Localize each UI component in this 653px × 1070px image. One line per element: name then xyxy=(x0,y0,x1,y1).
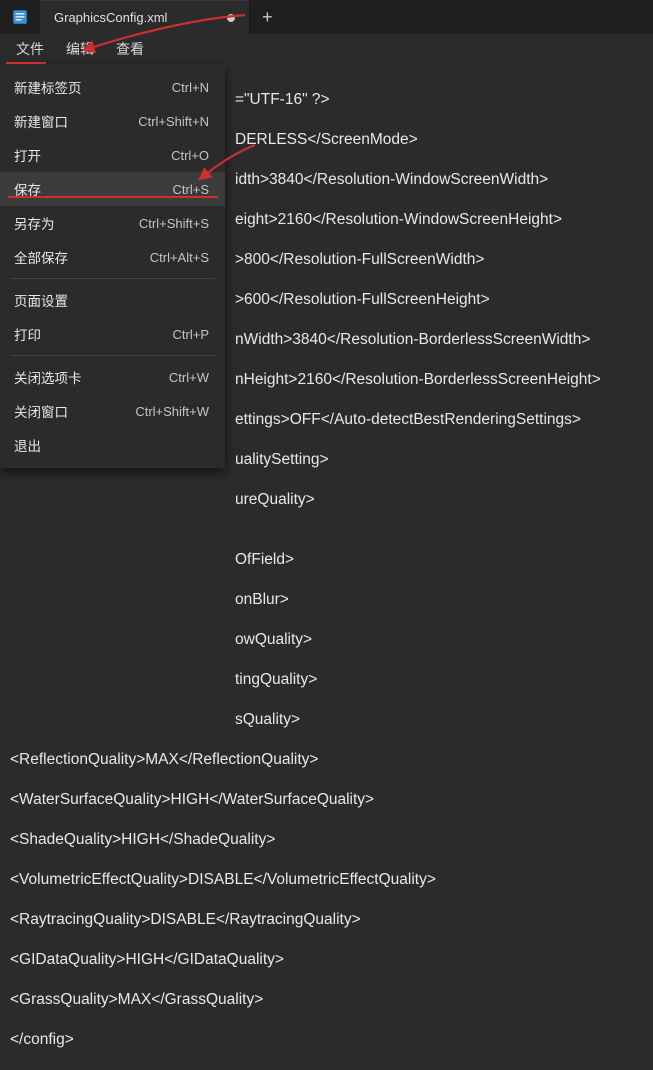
editor-line: OfField> xyxy=(235,550,653,570)
menu-label: 保存 xyxy=(14,179,41,199)
editor-line: nWidth>3840</Resolution-BorderlessScreen… xyxy=(235,330,653,350)
new-tab-button[interactable]: + xyxy=(250,0,284,34)
editor-line: ettings>OFF</Auto-detectBestRenderingSet… xyxy=(235,410,653,430)
editor-line: <ShadeQuality>HIGH</ShadeQuality> xyxy=(10,830,653,850)
editor-line: </config> xyxy=(10,1030,653,1050)
editor-line: <WaterSurfaceQuality>HIGH</WaterSurfaceQ… xyxy=(10,790,653,810)
editor-line: eight>2160</Resolution-WindowScreenHeigh… xyxy=(235,210,653,230)
title-bar: GraphicsConfig.xml + xyxy=(0,0,653,34)
menu-print[interactable]: 打印 Ctrl+P xyxy=(0,317,225,351)
menu-shortcut: Ctrl+W xyxy=(169,370,209,385)
menu-separator xyxy=(10,278,215,279)
editor-line: idth>3840</Resolution-WindowScreenWidth> xyxy=(235,170,653,190)
menu-shortcut: Ctrl+S xyxy=(173,182,209,197)
editor-line: ureQuality> xyxy=(235,490,653,510)
menu-open[interactable]: 打开 Ctrl+O xyxy=(0,138,225,172)
tab-title: GraphicsConfig.xml xyxy=(54,10,167,25)
editor-line: <ReflectionQuality>MAX</ReflectionQualit… xyxy=(10,750,653,770)
menu-new-tab[interactable]: 新建标签页 Ctrl+N xyxy=(0,70,225,104)
editor-line: tingQuality> xyxy=(235,670,653,690)
tab-dirty-indicator xyxy=(227,14,235,22)
menu-label: 关闭选项卡 xyxy=(14,367,82,387)
menu-page-setup[interactable]: 页面设置 xyxy=(0,283,225,317)
menu-close-window[interactable]: 关闭窗口 Ctrl+Shift+W xyxy=(0,394,225,428)
menu-label: 退出 xyxy=(14,435,41,455)
app-icon xyxy=(0,0,40,34)
file-dropdown: 新建标签页 Ctrl+N 新建窗口 Ctrl+Shift+N 打开 Ctrl+O… xyxy=(0,64,225,468)
editor-line: >600</Resolution-FullScreenHeight> xyxy=(235,290,653,310)
editor-line: owQuality> xyxy=(235,630,653,650)
menu-label: 打印 xyxy=(14,324,41,344)
menu-label: 关闭窗口 xyxy=(14,401,68,421)
menu-label: 页面设置 xyxy=(14,290,68,310)
menu-label: 新建窗口 xyxy=(14,111,68,131)
editor-line: sQuality> xyxy=(235,710,653,730)
editor-line: <RaytracingQuality>DISABLE</RaytracingQu… xyxy=(10,910,653,930)
editor-line: <GIDataQuality>HIGH</GIDataQuality> xyxy=(10,950,653,970)
plus-icon: + xyxy=(262,7,273,28)
menu-shortcut: Ctrl+Shift+W xyxy=(135,404,209,419)
editor-line: onBlur> xyxy=(235,590,653,610)
menu-save[interactable]: 保存 Ctrl+S xyxy=(0,172,225,206)
menu-close-tab[interactable]: 关闭选项卡 Ctrl+W xyxy=(0,360,225,394)
menu-view[interactable]: 查看 xyxy=(116,39,144,59)
menu-save-all[interactable]: 全部保存 Ctrl+Alt+S xyxy=(0,240,225,274)
menu-bar: 文件 编辑 查看 xyxy=(0,34,653,64)
menu-edit[interactable]: 编辑 xyxy=(66,39,94,59)
menu-exit[interactable]: 退出 xyxy=(0,428,225,462)
menu-label: 新建标签页 xyxy=(14,77,82,97)
editor-line: <GrassQuality>MAX</GrassQuality> xyxy=(10,990,653,1010)
editor-line: nHeight>2160</Resolution-BorderlessScree… xyxy=(235,370,653,390)
menu-shortcut: Ctrl+P xyxy=(173,327,209,342)
menu-label: 全部保存 xyxy=(14,247,68,267)
notepad-icon xyxy=(11,8,29,26)
menu-shortcut: Ctrl+N xyxy=(172,80,209,95)
editor-line: DERLESS</ScreenMode> xyxy=(235,130,653,150)
menu-separator xyxy=(10,355,215,356)
menu-shortcut: Ctrl+Alt+S xyxy=(150,250,209,265)
menu-file[interactable]: 文件 xyxy=(16,39,44,59)
menu-label: 另存为 xyxy=(14,213,55,233)
tab-active[interactable]: GraphicsConfig.xml xyxy=(40,0,250,34)
menu-label: 打开 xyxy=(14,145,41,165)
menu-new-window[interactable]: 新建窗口 Ctrl+Shift+N xyxy=(0,104,225,138)
editor-line: <VolumetricEffectQuality>DISABLE</Volume… xyxy=(10,870,653,890)
editor-line: >800</Resolution-FullScreenWidth> xyxy=(235,250,653,270)
menu-shortcut: Ctrl+O xyxy=(171,148,209,163)
menu-shortcut: Ctrl+Shift+S xyxy=(139,216,209,231)
editor-line: ="UTF-16" ?> xyxy=(235,90,653,110)
menu-shortcut: Ctrl+Shift+N xyxy=(138,114,209,129)
editor-line: ualitySetting> xyxy=(235,450,653,470)
menu-save-as[interactable]: 另存为 Ctrl+Shift+S xyxy=(0,206,225,240)
